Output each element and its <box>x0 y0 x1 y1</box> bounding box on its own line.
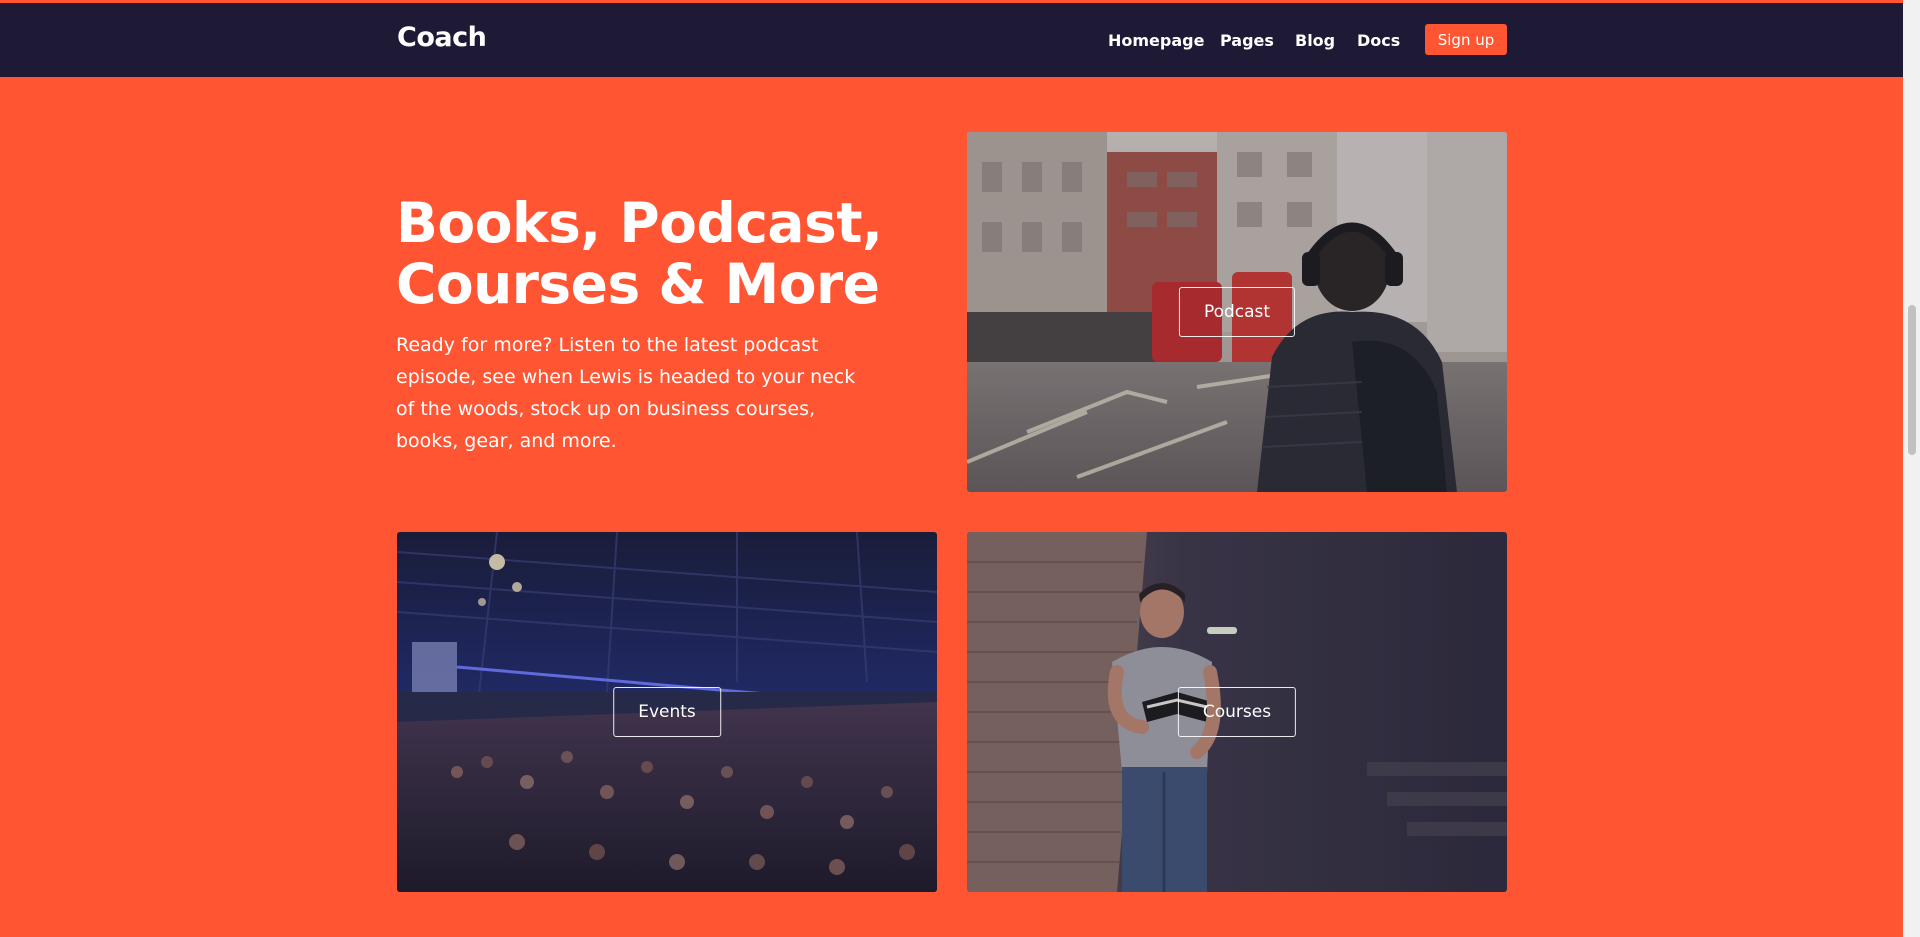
events-label: Events <box>613 687 721 737</box>
nav-link-homepage[interactable]: Homepage <box>1108 31 1204 50</box>
page: Coach Homepage Pages Blog Docs Sign up B… <box>0 0 1903 937</box>
courses-card[interactable]: Courses <box>967 532 1507 892</box>
events-card[interactable]: Events <box>397 532 937 892</box>
page-scrollbar[interactable] <box>1903 0 1920 937</box>
sign-up-button[interactable]: Sign up <box>1425 24 1507 55</box>
scrollbar-thumb[interactable] <box>1908 305 1916 455</box>
podcast-label: Podcast <box>1178 287 1296 337</box>
courses-label: Courses <box>1177 687 1297 737</box>
navbar: Coach Homepage Pages Blog Docs Sign up <box>0 3 1903 77</box>
hero-title: Books, Podcast, Courses & More <box>396 191 883 316</box>
brand-logo[interactable]: Coach <box>397 22 487 53</box>
podcast-card[interactable]: Podcast <box>967 132 1507 492</box>
nav-link-pages[interactable]: Pages <box>1220 31 1274 50</box>
nav-link-blog[interactable]: Blog <box>1295 31 1335 50</box>
nav-link-docs[interactable]: Docs <box>1357 31 1400 50</box>
hero-description: Ready for more? Listen to the latest pod… <box>396 334 856 452</box>
